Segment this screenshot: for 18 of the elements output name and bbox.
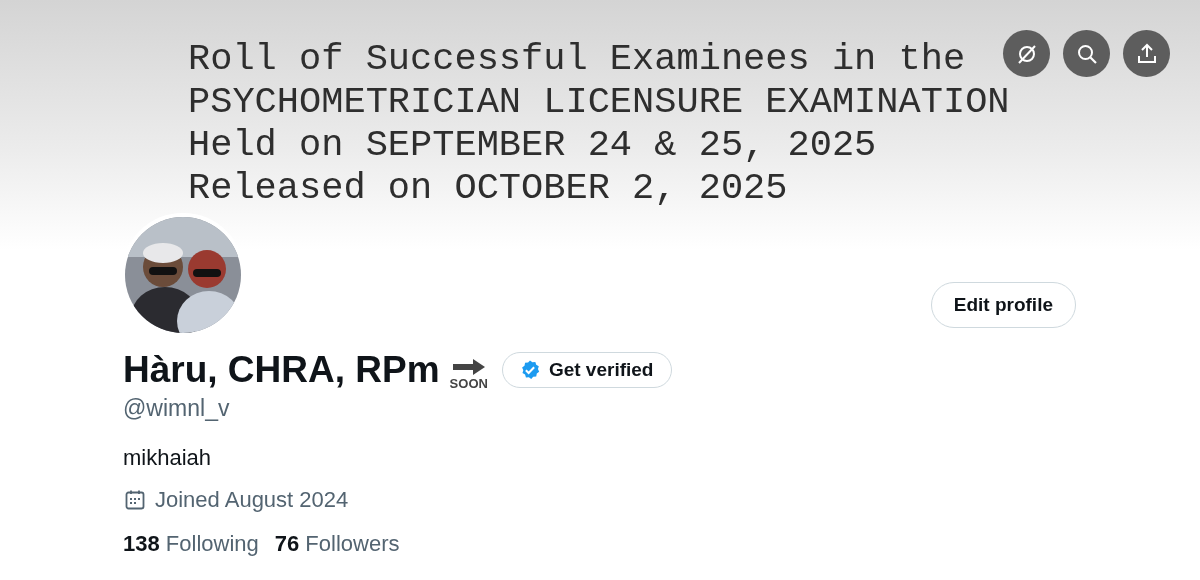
search-button[interactable] bbox=[1063, 30, 1110, 77]
join-date: Joined August 2024 bbox=[155, 487, 349, 513]
soon-label: SOON bbox=[449, 376, 488, 390]
arrow-icon bbox=[450, 356, 487, 377]
display-name: Hàru, CHRA, RPm bbox=[123, 349, 440, 391]
document-text-line: Roll of Successful Examinees in the bbox=[188, 38, 966, 81]
follow-count-link[interactable]: 76 Followers bbox=[274, 531, 400, 557]
username: @wimnl_v bbox=[123, 395, 231, 422]
bio-text: mikhaiah bbox=[123, 445, 213, 471]
get-verified-button[interactable]: Get verified bbox=[501, 352, 673, 388]
follow-count-link[interactable]: 138 Following bbox=[123, 531, 259, 557]
share-button[interactable] bbox=[1123, 30, 1170, 77]
document-text-line: PSYCHOMETRICIAN LICENSURE EXAMINATION bbox=[188, 81, 1010, 124]
edit-profile-button[interactable]: Edit profile bbox=[930, 282, 1076, 328]
document-text-line: Released on OCTOBER 2, 2025 bbox=[188, 167, 788, 210]
slashed-circle-button[interactable] bbox=[1003, 30, 1050, 77]
document-text-line: Held on SEPTEMBER 24 & 25, 2025 bbox=[188, 124, 877, 167]
calendar-icon bbox=[123, 488, 147, 512]
